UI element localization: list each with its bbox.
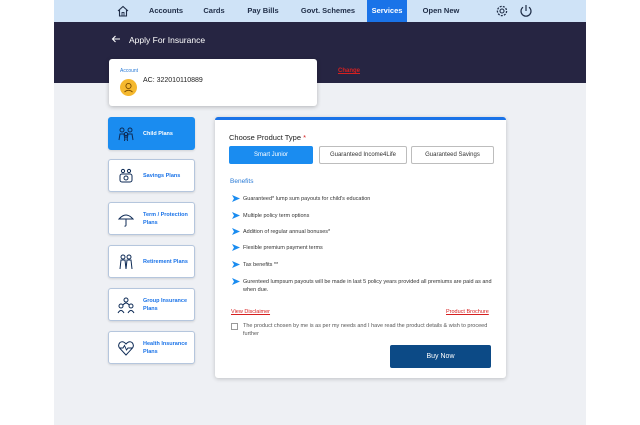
plan-term-label: Term / Protection Plans: [143, 211, 188, 226]
plan-savings[interactable]: Savings Plans: [108, 159, 195, 192]
back-arrow-icon[interactable]: [111, 34, 121, 44]
power-icon[interactable]: [518, 3, 534, 19]
account-label: Account: [120, 68, 139, 74]
choose-product-title: Choose Product Type *: [229, 133, 306, 142]
arrow-bullet-icon: [232, 278, 240, 285]
plan-child-label: Child Plans: [143, 130, 173, 137]
benefit-text: Addition of regular annual bonuses*: [243, 229, 331, 235]
top-nav: Accounts Cards Pay Bills Govt. Schemes S…: [54, 0, 586, 22]
consent-text: The product chosen by me is as per my ne…: [243, 323, 488, 337]
plan-retirement[interactable]: Retirement Plans: [108, 245, 195, 278]
view-disclaimer-link[interactable]: View Disclaimer: [231, 309, 270, 315]
arrow-bullet-icon: [232, 261, 240, 268]
plan-group-label: Group Insurance Plans: [143, 297, 188, 312]
choose-product-label: Choose Product Type: [229, 133, 301, 142]
app-stage: Accounts Cards Pay Bills Govt. Schemes S…: [54, 0, 586, 425]
nav-cards[interactable]: Cards: [192, 0, 236, 22]
arrow-bullet-icon: [232, 195, 240, 202]
arrow-bullet-icon: [232, 228, 240, 235]
benefit-text: Gurenteed lumpsum payouts will be made i…: [243, 279, 492, 293]
product-card: Choose Product Type * Smart Junior Guara…: [215, 117, 506, 378]
buy-now-button[interactable]: Buy Now: [390, 345, 491, 368]
plan-term[interactable]: Term / Protection Plans: [108, 202, 195, 235]
retirement-icon: [119, 254, 133, 270]
page-title: Apply For Insurance: [129, 35, 206, 45]
benefits-title: Benefits: [230, 178, 254, 185]
product-type-smart-junior[interactable]: Smart Junior: [229, 146, 313, 164]
consent-checkbox[interactable]: [231, 323, 238, 330]
gear-icon[interactable]: [494, 3, 510, 19]
nav-govt-schemes[interactable]: Govt. Schemes: [290, 0, 366, 22]
nav-services[interactable]: Services: [367, 0, 407, 22]
product-type-guaranteed-income[interactable]: Guaranteed Income4Life: [319, 146, 407, 164]
change-account-link[interactable]: Change: [338, 68, 360, 74]
plan-savings-label: Savings Plans: [143, 172, 181, 179]
nav-pay-bills[interactable]: Pay Bills: [236, 0, 290, 22]
required-mark: *: [303, 133, 307, 142]
benefit-text: Flexible premium payment terms: [243, 245, 323, 251]
umbrella-icon: [117, 214, 135, 227]
plan-health-label: Health Insurance Plans: [143, 340, 188, 355]
arrow-bullet-icon: [232, 244, 240, 251]
account-card: Account AC: 322010110889 Change: [109, 59, 360, 106]
nav-accounts[interactable]: Accounts: [140, 0, 192, 22]
account-number: AC: 322010110889: [143, 77, 203, 84]
home-icon[interactable]: [116, 4, 130, 18]
benefit-text: Guaranteed* lump sum payouts for child's…: [243, 196, 371, 202]
account-avatar-icon: [120, 79, 137, 96]
product-brochure-link[interactable]: Product Brochure: [446, 309, 489, 315]
plan-group[interactable]: Group Insurance Plans: [108, 288, 195, 321]
plan-retirement-label: Retirement Plans: [143, 258, 188, 265]
account-subtext: [143, 87, 144, 93]
child-family-icon: [118, 127, 134, 142]
nav-open-new[interactable]: Open New: [410, 0, 472, 22]
plan-child[interactable]: Child Plans: [108, 117, 195, 150]
savings-icon: [119, 168, 133, 183]
arrow-bullet-icon: [232, 212, 240, 219]
benefit-text: Multiple policy term options: [243, 213, 310, 219]
plan-health[interactable]: Health Insurance Plans: [108, 331, 195, 364]
benefit-text: Tax benefits **: [243, 262, 279, 268]
product-type-guaranteed-savings[interactable]: Guaranteed Savings: [411, 146, 494, 164]
health-icon: [118, 341, 134, 356]
group-icon: [117, 297, 135, 314]
